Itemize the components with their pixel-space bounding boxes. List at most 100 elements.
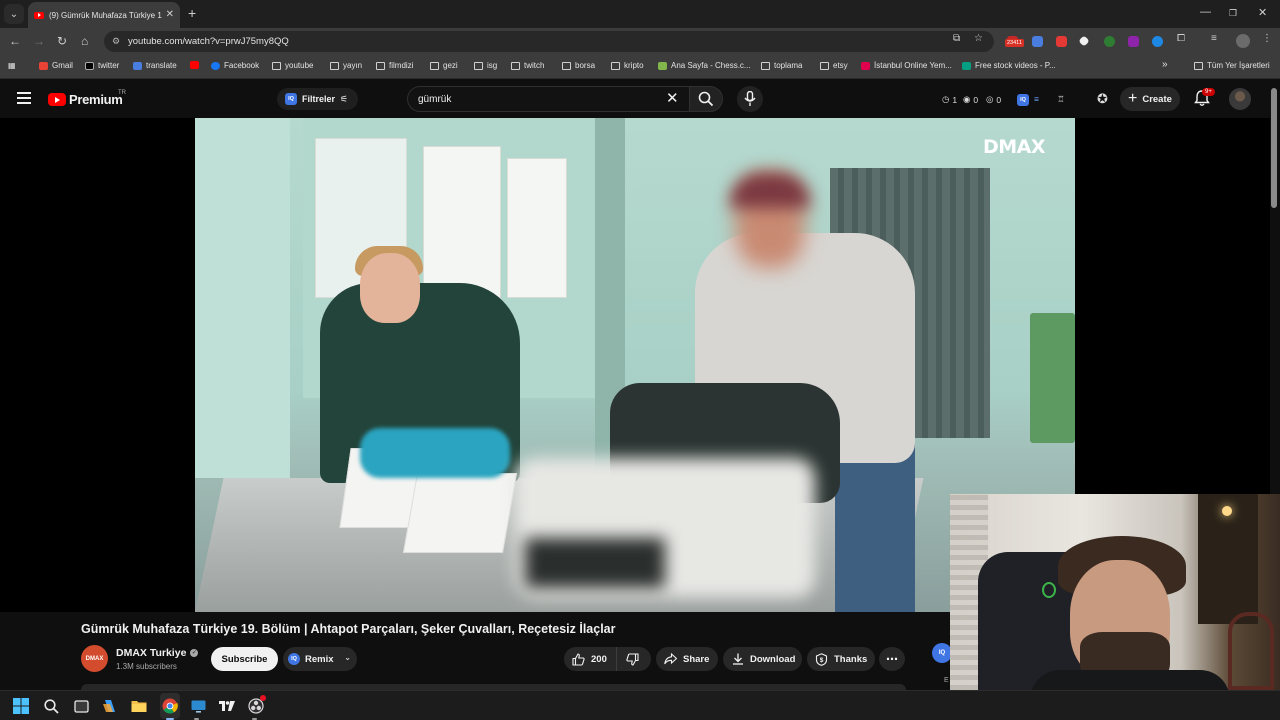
bookmark-folder-isg[interactable]: isg	[474, 61, 497, 70]
list-tool-icon[interactable]: ≡	[1034, 94, 1039, 104]
browser-profile-avatar[interactable]	[1236, 34, 1250, 48]
extension-icon-7[interactable]	[1152, 36, 1163, 47]
voice-search-button[interactable]	[737, 86, 763, 112]
yemeksepeti-icon	[861, 61, 870, 70]
counter-watch-later[interactable]: ◷ 1	[942, 94, 957, 105]
bookmark-star-icon[interactable]: ☆	[974, 33, 983, 44]
search-clear-icon[interactable]: ✕	[666, 89, 679, 107]
bookmark-folder-kripto[interactable]: kripto	[611, 61, 644, 70]
task-view-icon[interactable]	[72, 697, 90, 715]
ai-chat-icon[interactable]: ✪	[1097, 91, 1108, 107]
folder-icon	[474, 61, 483, 70]
poster-icons-1	[423, 146, 501, 298]
tradingview-glyph	[219, 701, 235, 711]
bookmark-folder-etsy[interactable]: etsy	[820, 61, 848, 70]
subscribe-button[interactable]: Subscribe	[211, 647, 278, 671]
taskbar-search-icon[interactable]	[42, 697, 60, 715]
install-app-icon[interactable]: ⧉	[953, 33, 960, 44]
search-input[interactable]: gümrük	[407, 86, 689, 112]
extensions-puzzle-icon[interactable]: ⧠	[1177, 33, 1185, 44]
bookmark-translate[interactable]: translate	[133, 61, 177, 70]
bookmark-yemeksepeti[interactable]: İstanbul Online Yem...	[861, 61, 952, 70]
bookmark-pexels[interactable]: Free stock videos - P...	[962, 61, 1056, 70]
new-tab-plus-icon[interactable]: +	[188, 5, 196, 21]
back-arrow-icon[interactable]: ←	[9, 34, 21, 48]
forward-arrow-icon[interactable]: →	[33, 34, 45, 48]
youtube-logo-icon	[48, 93, 66, 106]
monitor-app-icon[interactable]	[189, 697, 207, 715]
extension-icon-5[interactable]	[1104, 36, 1115, 47]
home-icon[interactable]: ⌂	[81, 34, 88, 48]
copilot-icon[interactable]	[101, 697, 119, 715]
like-button[interactable]: 200	[564, 647, 617, 671]
all-bookmarks[interactable]: Tüm Yer İşaretleri	[1194, 61, 1270, 70]
create-label: Create	[1142, 93, 1172, 105]
channel-avatar[interactable]: DMAX	[81, 645, 108, 672]
bookmark-folder-gezi[interactable]: gezi	[430, 61, 458, 70]
chrome-icon[interactable]	[161, 697, 179, 715]
bookmark-folder-toplama[interactable]: toplama	[761, 61, 802, 70]
bookmarks-bar: ▦ Gmail twitter translate Facebook youtu…	[0, 55, 1280, 79]
adblock-icon[interactable]	[1056, 36, 1067, 47]
file-explorer-icon[interactable]	[130, 697, 148, 715]
bookmark-twitter[interactable]: twitter	[85, 61, 119, 70]
trophy-icon[interactable]: ♖	[1057, 94, 1065, 105]
create-button[interactable]: + Create	[1120, 87, 1180, 111]
thanks-label: Thanks	[834, 653, 868, 665]
officer-head	[360, 253, 420, 323]
dislike-button[interactable]	[617, 647, 651, 671]
reload-icon[interactable]: ↻	[57, 34, 67, 48]
folder-icon	[611, 61, 620, 70]
remix-button[interactable]: IQ Remix ⌄	[283, 647, 357, 671]
user-avatar[interactable]	[1229, 88, 1251, 110]
browser-menu-icon[interactable]: ⋮	[1262, 33, 1272, 44]
more-actions-button[interactable]: ⋯	[879, 647, 905, 671]
site-info-icon[interactable]: ⚙	[112, 36, 120, 47]
menu-hamburger-icon[interactable]	[17, 92, 31, 104]
video-title: Gümrük Muhafaza Türkiye 19. Bölüm | Ahta…	[81, 622, 616, 636]
browser-tab-active[interactable]: (9) Gümrük Muhafaza Türkiye 1 ✕	[28, 2, 180, 28]
apps-grid-icon[interactable]: ▦	[8, 61, 16, 70]
chevron-down-icon: ⌄	[344, 653, 351, 662]
extension-icon-4[interactable]	[1078, 35, 1090, 47]
bookmark-gmail[interactable]: Gmail	[39, 61, 73, 70]
thanks-button[interactable]: $ Thanks	[807, 647, 875, 671]
bookmark-folder-twitch[interactable]: twitch	[511, 61, 544, 70]
obs-studio-icon[interactable]	[247, 695, 266, 715]
iq-header-icon[interactable]: IQ	[1017, 94, 1029, 106]
iq-sidebar-icon[interactable]: IQ	[932, 643, 952, 663]
counter-views[interactable]: ◉ 0	[963, 94, 978, 105]
minimize-icon[interactable]: —	[1200, 6, 1211, 18]
extension-icon-2[interactable]	[1032, 36, 1043, 47]
youtube-premium-logo[interactable]: Premium	[48, 92, 123, 107]
extension-icon-6[interactable]	[1128, 36, 1139, 47]
bookmark-folder-borsa[interactable]: borsa	[562, 61, 595, 70]
share-button[interactable]: Share	[656, 647, 718, 671]
counter-hidden[interactable]: ◎ 0	[986, 94, 1001, 105]
address-bar[interactable]: ⚙ youtube.com/watch?v=prwJ75my8QQ	[104, 31, 994, 52]
tab-close-icon[interactable]: ✕	[166, 9, 174, 20]
bookmark-youtube-site[interactable]	[190, 61, 203, 69]
window-close-icon[interactable]: ✕	[1258, 6, 1267, 19]
download-button[interactable]: Download	[723, 647, 802, 671]
bookmark-chess[interactable]: Ana Sayfa - Chess.c...	[658, 61, 751, 70]
bookmarks-overflow-icon[interactable]: »	[1162, 59, 1168, 70]
windows-start-icon[interactable]	[12, 697, 30, 715]
folder-icon	[820, 61, 829, 70]
gmail-icon	[39, 61, 48, 70]
tab-search-chevron-icon[interactable]: ⌄	[4, 4, 24, 24]
chess-icon	[658, 61, 667, 70]
bookmark-folder-yayin[interactable]: yayın	[330, 61, 362, 70]
video-frame[interactable]: DMAX	[195, 118, 1075, 612]
bookmark-folder-youtube[interactable]: youtube	[272, 61, 313, 70]
search-button[interactable]	[689, 86, 723, 112]
bookmark-folder-filmdizi[interactable]: filmdizi	[376, 61, 413, 70]
bookmark-facebook[interactable]: Facebook	[211, 61, 259, 70]
channel-name-row[interactable]: DMAX Turkiye ✓	[116, 647, 199, 659]
tradingview-icon[interactable]	[218, 697, 236, 715]
page-scrollbar[interactable]	[1271, 88, 1277, 208]
restore-icon[interactable]: ❐	[1229, 8, 1237, 19]
reading-list-icon[interactable]: ≡	[1211, 33, 1217, 44]
folder-icon	[1194, 61, 1203, 70]
filters-button[interactable]: IQ Filtreler ⚟	[277, 88, 359, 110]
